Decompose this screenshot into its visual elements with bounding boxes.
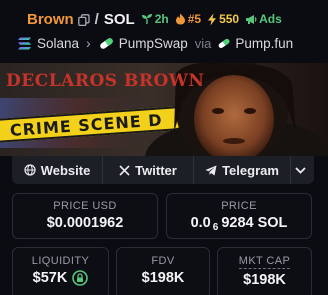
ads-badge[interactable]: Ads <box>245 12 282 26</box>
liquidity-value: $57K <box>32 270 68 286</box>
pair-age-badge: 2h <box>141 12 169 26</box>
via-label: via <box>194 35 212 51</box>
price-usd-value: $0.0001962 <box>46 215 124 231</box>
telegram-icon <box>205 165 217 175</box>
quote-symbol: SOL <box>103 10 135 28</box>
price-sol-tail: 9284 SOL <box>221 215 288 231</box>
pair-title: Brown / SOL 2h #5 550 Ads <box>27 9 288 29</box>
token-banner: DECLAROS BROWN CRIME SCENE D <box>0 63 328 156</box>
price-usd-label: PRICE USD <box>53 200 117 212</box>
social-links: Website Twitter Telegram <box>12 156 314 184</box>
price-sol-label: PRICE <box>221 200 257 212</box>
boost-count: 550 <box>219 12 240 26</box>
chevron-right-icon: › <box>86 35 91 51</box>
launchpad-link[interactable]: Pump.fun <box>235 36 293 51</box>
copy-icon[interactable] <box>77 13 90 27</box>
price-sol-card: PRICE 0.0 6 9284 SOL <box>166 193 312 239</box>
website-button[interactable]: Website <box>12 156 103 184</box>
telegram-button[interactable]: Telegram <box>194 156 291 184</box>
pair-age: 2h <box>154 12 169 26</box>
chevron-down-icon <box>294 166 306 174</box>
chain-link[interactable]: Solana <box>37 36 79 51</box>
pair-separator: / <box>94 10 99 28</box>
liquidity-label: LIQUIDITY <box>31 255 90 267</box>
banner-headline: DECLAROS BROWN <box>6 71 205 91</box>
twitter-label: Twitter <box>135 162 177 178</box>
market-cap-label: MKT CAP <box>238 255 291 269</box>
seedling-icon <box>141 14 152 24</box>
price-sol-lead: 0.0 <box>190 215 211 231</box>
solana-icon <box>18 37 31 49</box>
telegram-label: Telegram <box>222 162 279 178</box>
fdv-label: FDV <box>151 255 175 267</box>
market-cap-value: $198K <box>243 272 286 288</box>
market-cap-card[interactable]: MKT CAP $198K <box>217 247 312 295</box>
price-usd-card: PRICE USD $0.0001962 <box>12 193 158 239</box>
more-links-button[interactable] <box>291 156 314 184</box>
price-sol-value: 0.0 6 9284 SOL <box>167 215 311 233</box>
token-symbol: Brown <box>27 10 74 28</box>
pumpfun-icon <box>219 38 230 48</box>
flame-icon <box>175 13 185 25</box>
twitter-button[interactable]: Twitter <box>103 156 194 184</box>
route-breadcrumb: Solana › PumpSwap via Pump.fun <box>17 34 293 52</box>
boost-badge[interactable]: 550 <box>207 12 239 26</box>
lightning-icon <box>208 13 217 25</box>
lock-icon[interactable] <box>72 270 89 286</box>
x-logo-icon <box>119 164 130 176</box>
ads-label: Ads <box>259 12 282 26</box>
pumpswap-icon <box>99 37 113 49</box>
trending-rank-badge[interactable]: #5 <box>175 12 201 26</box>
price-sol-zero-count: 6 <box>212 221 219 233</box>
megaphone-icon <box>246 14 257 24</box>
globe-icon <box>24 164 36 176</box>
liquidity-value-row: $57K <box>13 270 108 286</box>
dex-link[interactable]: PumpSwap <box>119 36 188 51</box>
fdv-card: FDV $198K <box>116 247 210 295</box>
website-label: Website <box>40 162 91 178</box>
trending-rank: #5 <box>187 12 202 26</box>
liquidity-card: LIQUIDITY $57K <box>12 247 109 295</box>
fdv-value: $198K <box>141 270 185 286</box>
